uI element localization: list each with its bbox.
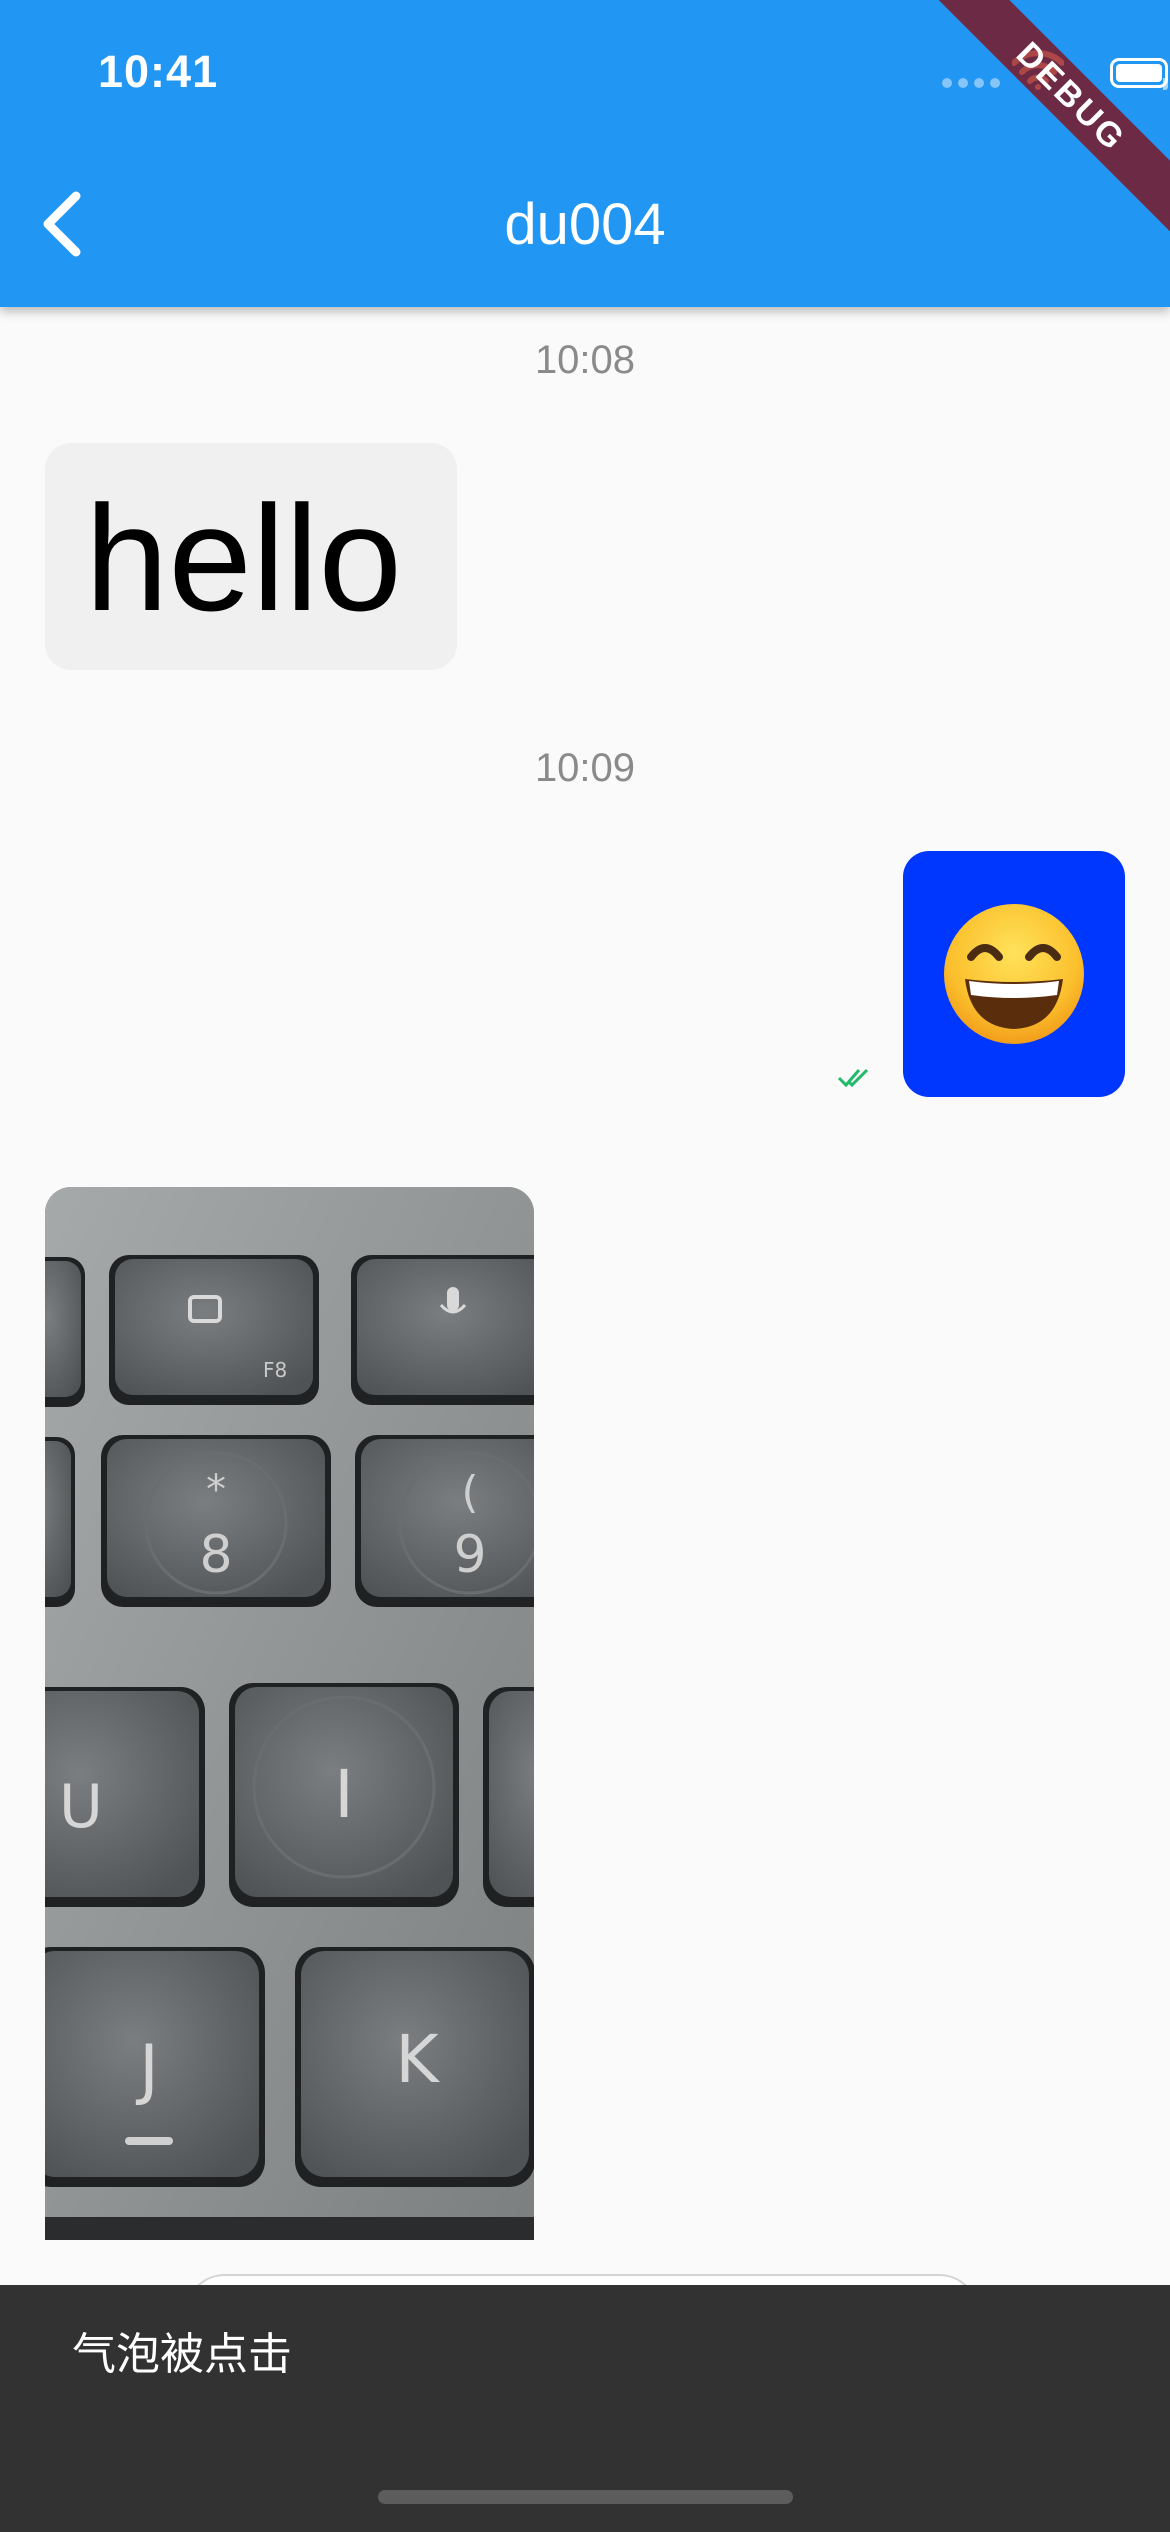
key-label-f8: F8 <box>263 1358 287 1382</box>
grinning-face-emoji-icon <box>944 904 1084 1044</box>
snackbar-text: 气泡被点击 <box>72 2330 292 2379</box>
message-timestamp: 10:09 <box>534 746 636 790</box>
message-bubble-incoming[interactable]: hello <box>45 443 457 670</box>
message-bubble-outgoing[interactable] <box>903 851 1125 1097</box>
message-timestamp: 10:08 <box>534 338 636 382</box>
status-time: 10:41 <box>98 46 219 97</box>
key-label-j: J <box>135 2031 158 2108</box>
key-label-9: 9 <box>453 1525 486 1585</box>
keyboard-photo-image: F8 * 8 ( 9 U I J K <box>45 1187 534 2240</box>
key-label-k: K <box>395 2021 440 2098</box>
key-label-star: * <box>206 1467 226 1513</box>
home-indicator[interactable] <box>378 2490 793 2504</box>
cellular-signal-icon <box>942 78 1002 88</box>
read-receipt-icon <box>837 1068 869 1088</box>
key-label-i: I <box>334 1756 353 1833</box>
key-label-u: U <box>59 1772 103 1842</box>
chat-title: du004 <box>504 192 666 257</box>
message-text: hello <box>85 474 402 642</box>
image-message-bubble[interactable]: F8 * 8 ( 9 U I J K <box>45 1187 534 2240</box>
key-label-8: 8 <box>199 1525 232 1585</box>
key-label-paren: ( <box>461 1467 478 1518</box>
battery-icon <box>1110 58 1168 90</box>
